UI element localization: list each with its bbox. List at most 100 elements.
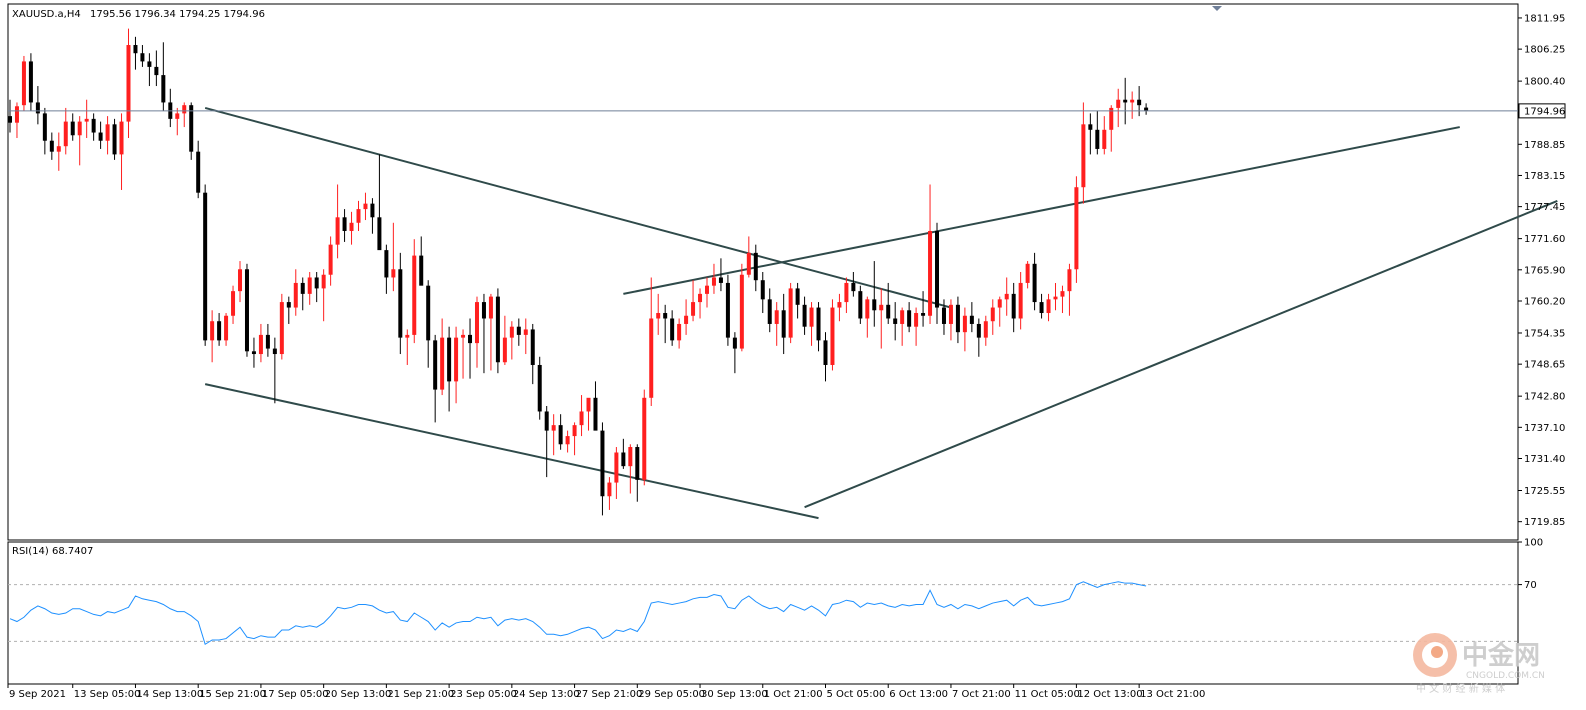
candle[interactable] (21, 55, 26, 111)
time-tick-label: 1 Oct 21:00 (764, 689, 823, 700)
candle-body (1088, 124, 1093, 130)
current-price-label: 1794.96 (1524, 106, 1565, 117)
candle-body (837, 302, 842, 308)
candle[interactable] (112, 118, 117, 160)
price-tick-label: 1754.35 (1524, 328, 1565, 339)
trading-chart[interactable]: XAUUSD.a,H4 1795.56 1796.34 1794.25 1794… (0, 0, 1586, 710)
time-tick-label: 14 Sep 13:00 (136, 689, 203, 700)
candle-body (907, 310, 912, 327)
candle[interactable] (788, 282, 793, 344)
candle[interactable] (739, 263, 744, 352)
candle-body (356, 209, 361, 223)
candle-body (14, 106, 19, 123)
candle-body (983, 321, 988, 338)
candle-body (398, 269, 403, 338)
candle[interactable] (244, 263, 249, 357)
price-tick-label: 1725.55 (1524, 486, 1565, 497)
price-tick-label: 1800.40 (1524, 77, 1565, 88)
candle-body (98, 132, 103, 141)
candle-body (990, 307, 995, 322)
candle-body (621, 452, 626, 467)
candle-body (454, 337, 459, 382)
candle-body (77, 121, 82, 136)
candle-body (105, 124, 110, 141)
time-tick-label: 27 Sep 21:00 (576, 689, 643, 700)
candle[interactable] (126, 28, 131, 138)
price-tick-label: 1742.80 (1524, 392, 1565, 403)
candle-body (718, 277, 723, 283)
price-tick-label: 1731.40 (1524, 454, 1565, 465)
candle[interactable] (642, 389, 647, 486)
candle-body (962, 315, 967, 333)
candle[interactable] (28, 53, 33, 111)
cngold-logo-icon (1413, 633, 1457, 677)
candle-body (830, 307, 835, 365)
time-tick-label: 21 Sep 21:00 (387, 689, 454, 700)
candle-body (210, 321, 215, 341)
candle-body (189, 105, 194, 152)
time-tick-label: 29 Sep 05:00 (638, 689, 705, 700)
candle-body (802, 304, 807, 327)
candle-body (8, 116, 12, 123)
candle-body (1018, 282, 1023, 319)
candle-body (565, 436, 570, 445)
watermark-name: 中金网 (1462, 640, 1540, 671)
candle-body (321, 274, 326, 289)
candle[interactable] (203, 184, 208, 346)
candle-body (342, 217, 347, 231)
time-tick-label: 13 Oct 21:00 (1140, 689, 1205, 700)
candle-body (593, 397, 598, 431)
candle-body (279, 302, 284, 355)
candle-body (1039, 302, 1044, 314)
time-tick-label: 15 Sep 21:00 (199, 689, 266, 700)
candle-body (551, 425, 556, 431)
candle[interactable] (495, 288, 500, 374)
candle[interactable] (1074, 176, 1079, 283)
candle-body (1032, 263, 1037, 303)
candle-body (948, 304, 953, 324)
candle-body (474, 302, 479, 344)
rsi-tick-label: 100 (1524, 538, 1543, 549)
symbol-label: XAUUSD.a,H4 (12, 9, 81, 20)
candle-body (377, 217, 382, 251)
candle-body (844, 282, 849, 303)
candle[interactable] (279, 293, 284, 360)
candle-body (635, 447, 640, 480)
candle-body (244, 269, 249, 352)
candle-body (328, 244, 333, 275)
candle[interactable] (725, 274, 730, 346)
price-tick-label: 1737.10 (1524, 423, 1565, 434)
candle-body (182, 105, 187, 114)
candle-body (865, 299, 870, 319)
candle-body (272, 348, 277, 355)
candle-body (663, 313, 668, 319)
candle-body (767, 299, 772, 324)
candle[interactable] (830, 299, 835, 371)
rsi-panel[interactable] (7, 541, 1519, 685)
candle-body (586, 397, 591, 412)
candle[interactable] (537, 356, 542, 420)
candle-body (42, 113, 47, 141)
time-tick-label: 11 Oct 05:00 (1015, 689, 1080, 700)
candle-body (335, 217, 340, 245)
candle-body (579, 411, 584, 426)
candle-body (1130, 99, 1135, 103)
candle-body (238, 269, 243, 292)
candle-body (63, 121, 68, 147)
candle-body (649, 318, 654, 398)
candle[interactable] (858, 285, 863, 324)
time-tick-label: 17 Sep 05:00 (262, 689, 329, 700)
time-tick-label: 24 Sep 13:00 (513, 689, 580, 700)
candle-body (1025, 263, 1030, 283)
candle-body (224, 315, 229, 341)
candle-body (147, 61, 152, 67)
candle-body (516, 326, 521, 335)
candle-body (705, 285, 709, 294)
candle-body (370, 203, 375, 218)
candle-body (314, 277, 319, 289)
candle-body (412, 255, 417, 335)
candle-body (816, 307, 821, 341)
candle-body (1102, 129, 1107, 149)
time-tick-label: 30 Sep 13:00 (701, 689, 768, 700)
price-tick-label: 1783.15 (1524, 171, 1565, 182)
